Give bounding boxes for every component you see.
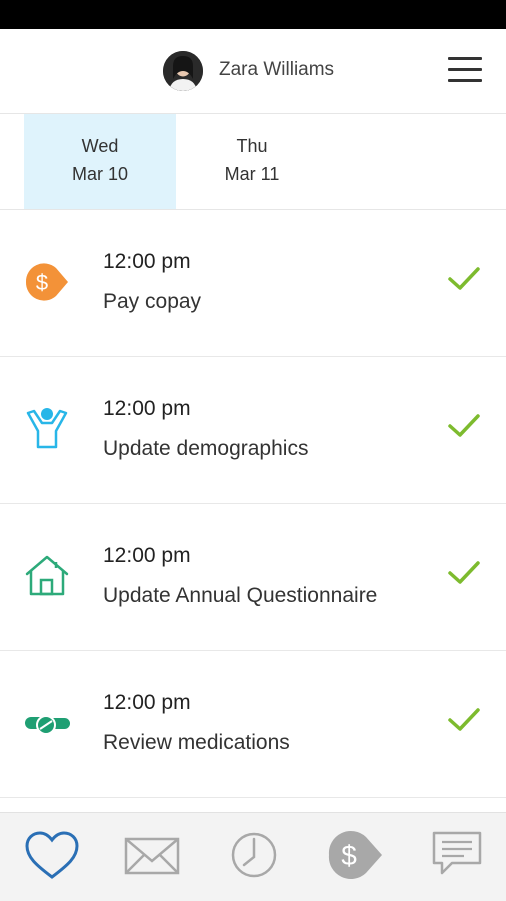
task-time: 12:00 pm	[103, 691, 191, 714]
heart-icon	[25, 831, 79, 879]
checkmark-icon	[446, 558, 482, 588]
date-tab-day: Wed	[81, 136, 119, 156]
task-list: $ 12:00 pm Pay copay 12:00 pm Update dem…	[0, 210, 506, 798]
clock-icon	[231, 832, 277, 878]
pills-icon	[22, 701, 72, 745]
app-header: Zara Williams	[0, 29, 506, 114]
task-title: Review medications	[103, 731, 290, 754]
checkmark-icon	[446, 264, 482, 294]
date-tab-day: Thu	[236, 136, 268, 156]
task-item[interactable]: 12:00 pm Update demographics	[0, 357, 506, 504]
date-tab-date: Mar 10	[71, 164, 129, 184]
checkmark-icon	[446, 411, 482, 441]
task-item[interactable]: 12:00 pm Update Annual Questionnaire	[0, 504, 506, 651]
dollar-tag-icon: $	[22, 260, 72, 304]
task-time: 12:00 pm	[103, 544, 191, 567]
task-title: Pay copay	[103, 290, 202, 313]
user-name: Zara Williams	[219, 59, 335, 80]
svg-text:$: $	[36, 270, 48, 295]
svg-text:$: $	[341, 840, 357, 871]
nav-billing-button[interactable]: $	[326, 827, 386, 887]
nav-history-button[interactable]	[224, 827, 284, 887]
bottom-navigation: $	[0, 812, 506, 901]
date-tab-date: Mar 11	[224, 164, 280, 184]
dollar-tag-icon: $	[328, 831, 382, 879]
nav-messages-button[interactable]	[122, 827, 182, 887]
envelope-icon	[124, 837, 180, 875]
avatar[interactable]	[163, 51, 203, 91]
menu-button[interactable]	[448, 55, 484, 85]
nav-heart-button[interactable]	[22, 827, 82, 887]
person-icon	[22, 407, 72, 451]
task-title: Update demographics	[103, 437, 309, 460]
hamburger-line	[448, 68, 482, 71]
status-bar	[0, 0, 506, 29]
nav-chat-button[interactable]	[428, 827, 488, 887]
task-time: 12:00 pm	[103, 250, 191, 273]
date-tab-wed[interactable]: Wed Mar 10	[24, 114, 176, 209]
checkmark-icon	[446, 705, 482, 735]
task-item[interactable]: $ 12:00 pm Pay copay	[0, 210, 506, 357]
hamburger-line	[448, 79, 482, 82]
task-title: Update Annual Questionnaire	[103, 584, 378, 607]
date-tab-thu[interactable]: Thu Mar 11	[176, 114, 328, 209]
task-time: 12:00 pm	[103, 397, 191, 420]
task-item[interactable]: 12:00 pm Review medications	[0, 651, 506, 798]
date-tabs: Wed Mar 10 Thu Mar 11	[0, 114, 506, 210]
chat-icon	[432, 831, 482, 875]
house-icon	[22, 554, 72, 598]
hamburger-line	[448, 57, 482, 60]
